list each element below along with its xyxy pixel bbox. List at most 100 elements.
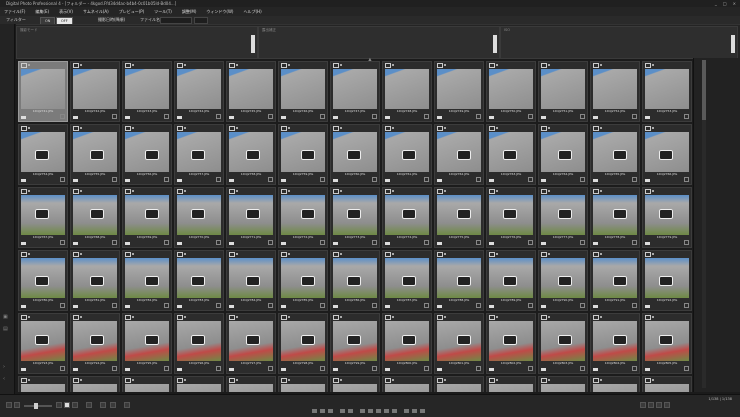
select-checkbox[interactable] — [489, 378, 495, 383]
thumbnail-item[interactable]: 1D4J2817.JPG — [590, 376, 640, 392]
vertical-scrollbar[interactable] — [702, 60, 706, 388]
select-checkbox[interactable] — [21, 63, 27, 68]
thumbnail-item[interactable]: 1D4J2785.JPG — [278, 250, 328, 311]
select-checkbox[interactable] — [125, 126, 131, 131]
layout-split-icon[interactable] — [648, 402, 654, 408]
select-checkbox[interactable] — [333, 189, 339, 194]
filter-scrollbar[interactable] — [251, 35, 255, 53]
minimize-button[interactable]: _ — [715, 0, 717, 7]
select-checkbox[interactable] — [177, 315, 183, 320]
select-checkbox[interactable] — [385, 126, 391, 131]
thumbnail-item[interactable]: 1D4J2799.JPG — [330, 313, 380, 374]
select-checkbox[interactable] — [437, 315, 443, 320]
thumbnail-item[interactable]: 1D4J2800.JPG — [382, 313, 432, 374]
select-checkbox[interactable] — [333, 315, 339, 320]
thumbnail-item[interactable]: 1D4J2784.JPG — [226, 250, 276, 311]
thumbnail-item[interactable]: 1D4J2788.JPG — [434, 250, 484, 311]
thumbnail-item[interactable]: 1D4J2783.JPG — [174, 250, 224, 311]
expand-icon[interactable]: › — [3, 364, 11, 370]
thumbnail-item[interactable]: 1D4J2816.JPG — [538, 376, 588, 392]
thumbnail-item[interactable]: 1D4J2793.JPG — [18, 313, 68, 374]
menu-view[interactable]: 表示(V) — [55, 7, 79, 16]
thumbnail-item[interactable]: 1D4J2753.JPG — [642, 61, 692, 122]
thumbnail-item[interactable]: 1D4J2767.JPG — [18, 187, 68, 248]
thumbnail-item[interactable]: 1D4J2796.JPG — [174, 313, 224, 374]
thumbnail-item[interactable]: 1D4J2778.JPG — [590, 187, 640, 248]
select-checkbox[interactable] — [281, 126, 287, 131]
select-checkbox[interactable] — [593, 252, 599, 257]
select-checkbox[interactable] — [437, 189, 443, 194]
thumbnail-item[interactable]: 1D4J2813.JPG — [382, 376, 432, 392]
check-mark-icon[interactable] — [404, 409, 409, 413]
select-checkbox[interactable] — [645, 315, 651, 320]
thumbnail-item[interactable]: 1D4J2774.JPG — [382, 187, 432, 248]
thumbnail-item[interactable]: 1D4J2804.JPG — [590, 313, 640, 374]
select-checkbox[interactable] — [21, 315, 27, 320]
select-checkbox[interactable] — [333, 378, 339, 383]
star-1-icon[interactable] — [360, 409, 365, 413]
thumbnail-view-large-icon[interactable] — [72, 402, 78, 408]
thumbnail-item[interactable]: 1D4J2763.JPG — [486, 124, 536, 185]
edit-view-icon[interactable] — [110, 402, 116, 408]
thumbnail-item[interactable]: 1D4J2754.JPG — [18, 124, 68, 185]
thumbnail-item[interactable]: 1D4J2752.JPG — [590, 61, 640, 122]
thumbnail-item[interactable]: 1D4J2808.JPG — [122, 376, 172, 392]
select-checkbox[interactable] — [593, 63, 599, 68]
select-checkbox[interactable] — [177, 378, 183, 383]
select-checkbox[interactable] — [21, 126, 27, 131]
select-checkbox[interactable] — [385, 189, 391, 194]
thumbnail-item[interactable]: 1D4J2745.JPG — [226, 61, 276, 122]
thumbnail-item[interactable]: 1D4J2811.JPG — [278, 376, 328, 392]
settings-icon[interactable] — [420, 409, 425, 413]
filter-panel-exposure[interactable]: 露出補正 — [258, 26, 500, 59]
select-checkbox[interactable] — [229, 252, 235, 257]
thumbnail-item[interactable]: 1D4J2751.JPG — [538, 61, 588, 122]
menu-window[interactable]: ウィンドウ(W) — [202, 7, 239, 16]
select-checkbox[interactable] — [385, 63, 391, 68]
select-checkbox[interactable] — [437, 252, 443, 257]
thumbnail-item[interactable]: 1D4J2780.JPG — [18, 250, 68, 311]
select-checkbox[interactable] — [229, 378, 235, 383]
thumbnail-item[interactable]: 1D4J2772.JPG — [278, 187, 328, 248]
select-checkbox[interactable] — [489, 315, 495, 320]
select-checkbox[interactable] — [125, 378, 131, 383]
select-checkbox[interactable] — [177, 189, 183, 194]
compare-view-icon[interactable] — [100, 402, 106, 408]
thumbnail-item[interactable]: 1D4J2794.JPG — [70, 313, 120, 374]
select-checkbox[interactable] — [229, 63, 235, 68]
thumbnail-item[interactable]: 1D4J2809.JPG — [174, 376, 224, 392]
thumbnail-item[interactable]: 1D4J2802.JPG — [486, 313, 536, 374]
thumbnail-item[interactable]: 1D4J2743.JPG — [122, 61, 172, 122]
thumbnail-item[interactable]: 1D4J2797.JPG — [226, 313, 276, 374]
thumbnail-item[interactable]: 1D4J2818.JPG — [642, 376, 692, 392]
thumbnail-item[interactable]: 1D4J2757.JPG — [174, 124, 224, 185]
layout-full-icon[interactable] — [664, 402, 670, 408]
list-view-icon[interactable] — [86, 402, 92, 408]
select-checkbox[interactable] — [177, 252, 183, 257]
rating-icon[interactable] — [328, 409, 333, 413]
menu-help[interactable]: ヘルプ(H) — [240, 7, 268, 16]
thumbnail-item[interactable]: 1D4J2773.JPG — [330, 187, 380, 248]
menu-adjust[interactable]: 調整(M) — [178, 7, 203, 16]
thumbnail-item[interactable]: 1D4J2803.JPG — [538, 313, 588, 374]
filter-panel-iso[interactable]: ISO — [500, 26, 738, 59]
star-5-icon[interactable] — [392, 409, 397, 413]
thumbnail-item[interactable]: 1D4J2807.JPG — [70, 376, 120, 392]
rotate-right-icon[interactable] — [320, 409, 325, 413]
rotate-left-icon[interactable] — [312, 409, 317, 413]
thumbnail-item[interactable]: 1D4J2770.JPG — [174, 187, 224, 248]
menu-edit[interactable]: 編集(E) — [31, 7, 55, 16]
select-checkbox[interactable] — [229, 315, 235, 320]
select-checkbox[interactable] — [21, 189, 27, 194]
thumbnail-item[interactable]: 1D4J2814.JPG — [434, 376, 484, 392]
select-checkbox[interactable] — [73, 315, 79, 320]
close-button[interactable]: × — [733, 0, 736, 7]
select-checkbox[interactable] — [489, 189, 495, 194]
select-checkbox[interactable] — [385, 315, 391, 320]
select-checkbox[interactable] — [73, 252, 79, 257]
thumbnail-item[interactable]: 1D4J2750.JPG — [486, 61, 536, 122]
select-checkbox[interactable] — [333, 252, 339, 257]
thumbnail-item[interactable]: 1D4J2781.JPG — [70, 250, 120, 311]
select-checkbox[interactable] — [281, 315, 287, 320]
thumbnail-item[interactable]: 1D4J2741.JPG — [18, 61, 68, 122]
